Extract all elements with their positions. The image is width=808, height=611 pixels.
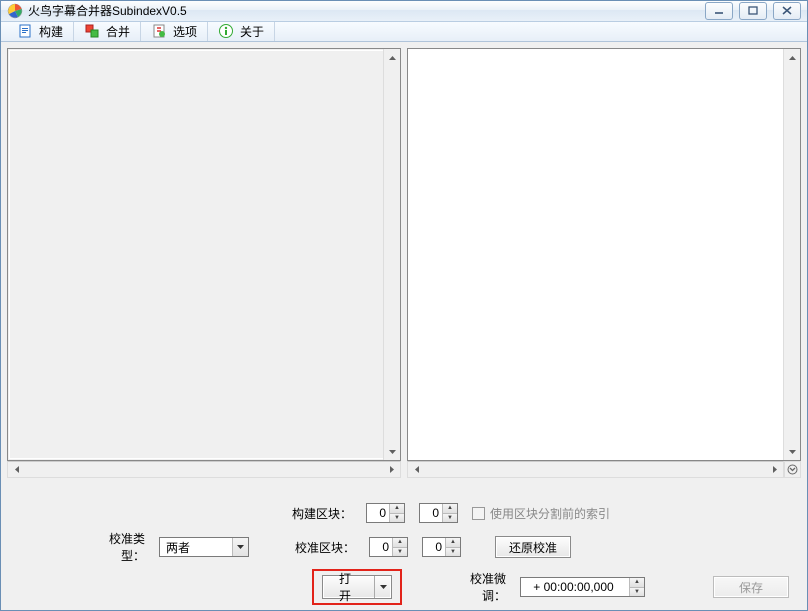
open-split-button[interactable]: 打开 [322,575,392,599]
client-area: 构建区块： 0 ▲▼ 0 ▲▼ 使用区块分割前的索引 校准类型： 两者 [1,42,807,610]
calib-block-label: 校准区块： [295,539,355,556]
scroll-down-icon[interactable] [384,443,400,460]
close-button[interactable] [773,2,801,20]
right-hscrollbar[interactable] [407,461,784,478]
spin-up-icon[interactable]: ▲ [443,504,457,514]
scroll-left-icon[interactable] [8,462,25,477]
open-button-caret[interactable] [375,576,391,598]
calib-type-value: 两者 [166,539,232,556]
spin-up-icon[interactable]: ▲ [390,504,404,514]
scroll-right-icon[interactable] [766,462,783,477]
scroll-right-icon[interactable] [383,462,400,477]
info-icon [218,23,234,39]
toolbar: 构建 合并 选项 关于 [1,22,807,43]
right-panel-wrap [407,48,801,478]
app-icon [7,3,23,19]
restore-calib-label: 还原校准 [509,539,557,556]
scroll-up-icon[interactable] [384,49,400,66]
save-button-label: 保存 [739,579,763,596]
use-presplit-index-label: 使用区块分割前的索引 [490,505,610,522]
calib-fine-label: 校准微调： [452,570,506,604]
window-title: 火鸟字幕合并器SubindexV0.5 [28,2,705,19]
tab-merge[interactable]: 合并 [74,22,141,42]
scroll-up-icon[interactable] [784,49,800,66]
restore-calib-button[interactable]: 还原校准 [495,536,571,558]
use-presplit-index-checkbox[interactable]: 使用区块分割前的索引 [472,505,610,522]
build-block-a-spinner[interactable]: 0 ▲▼ [366,503,405,523]
spin-down-icon[interactable]: ▼ [443,514,457,523]
calib-block-b-spinner[interactable]: 0 ▲▼ [422,537,461,557]
open-button-main[interactable]: 打开 [323,576,375,598]
left-panel-wrap [7,48,401,478]
spin-up-icon[interactable]: ▲ [393,538,407,548]
spin-down-icon[interactable]: ▼ [630,588,644,597]
calib-block-b-value: 0 [423,538,445,556]
left-hscrollbar[interactable] [7,461,401,478]
dropdown-icon [232,538,248,556]
tab-merge-label: 合并 [106,23,130,40]
calib-fine-value: + 00:00:00,000 [521,578,629,596]
build-block-a-value: 0 [367,504,389,522]
bottom-controls: 构建区块： 0 ▲▼ 0 ▲▼ 使用区块分割前的索引 校准类型： 两者 [7,496,801,604]
checkbox-box [472,507,485,520]
spin-up-icon[interactable]: ▲ [446,538,460,548]
build-block-b-spinner[interactable]: 0 ▲▼ [419,503,458,523]
options-icon [151,23,167,39]
scroll-down-icon[interactable] [784,443,800,460]
window-buttons [705,2,801,20]
maximize-button[interactable] [739,2,767,20]
calib-block-a-value: 0 [370,538,392,556]
build-block-b-value: 0 [420,504,442,522]
scroll-left-icon[interactable] [408,462,425,477]
calib-fine-spinner[interactable]: + 00:00:00,000 ▲▼ [520,577,645,597]
tab-build[interactable]: 构建 [7,22,74,42]
right-panel[interactable] [407,48,801,461]
right-vscrollbar[interactable] [783,49,800,460]
calib-type-label: 校准类型： [87,530,145,564]
expand-corner-button[interactable] [784,461,801,478]
minimize-button[interactable] [705,2,733,20]
save-button[interactable]: 保存 [713,576,789,598]
left-panel[interactable] [7,48,401,461]
document-icon [17,23,33,39]
titlebar: 火鸟字幕合并器SubindexV0.5 [1,1,807,22]
tab-about[interactable]: 关于 [208,22,275,42]
open-button-label: 打开 [339,570,358,604]
build-block-label: 构建区块： [292,505,352,522]
tab-options-label: 选项 [173,23,197,40]
spin-down-icon[interactable]: ▼ [446,548,460,557]
app-window: 火鸟字幕合并器SubindexV0.5 构建 合并 [0,0,808,611]
open-button-highlight: 打开 [312,569,402,605]
spin-up-icon[interactable]: ▲ [630,578,644,588]
left-vscrollbar[interactable] [383,49,400,460]
panels [7,48,801,478]
spin-down-icon[interactable]: ▼ [390,514,404,523]
spin-down-icon[interactable]: ▼ [393,548,407,557]
tab-build-label: 构建 [39,23,63,40]
calib-type-combo[interactable]: 两者 [159,537,249,557]
tab-about-label: 关于 [240,23,264,40]
tab-options[interactable]: 选项 [141,22,208,42]
calib-block-a-spinner[interactable]: 0 ▲▼ [369,537,408,557]
merge-icon [84,23,100,39]
